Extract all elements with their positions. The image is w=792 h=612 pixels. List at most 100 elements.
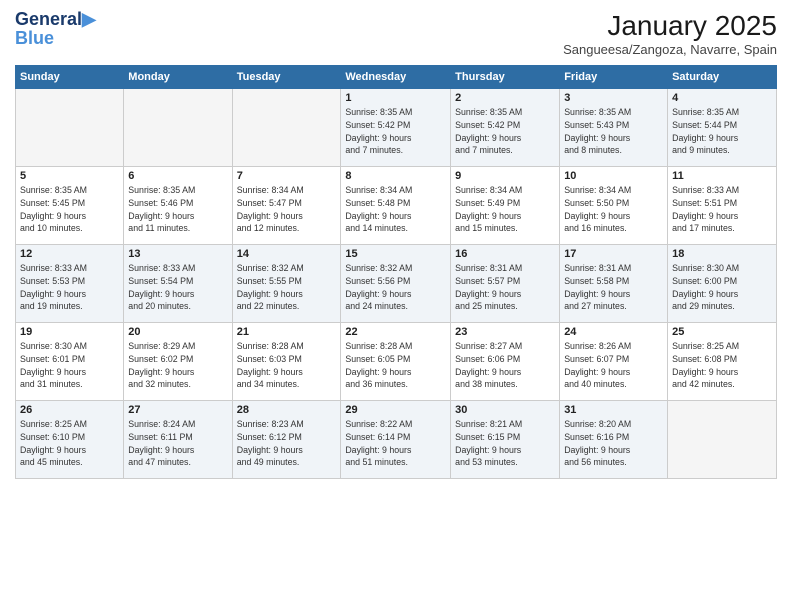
day-cell bbox=[232, 89, 341, 167]
day-number: 19 bbox=[20, 326, 119, 338]
day-cell: 20 Sunrise: 8:29 AM Sunset: 6:02 PM Dayli… bbox=[124, 323, 232, 401]
day-number: 5 bbox=[20, 170, 119, 182]
day-cell: 5 Sunrise: 8:35 AM Sunset: 5:45 PM Daylig… bbox=[16, 167, 124, 245]
day-cell: 1 Sunrise: 8:35 AM Sunset: 5:42 PM Daylig… bbox=[341, 89, 451, 167]
day-cell: 21Sunrise: 8:28 AM Sunset: 6:03 PM Dayli… bbox=[232, 323, 341, 401]
day-number: 9 bbox=[455, 170, 555, 182]
day-number: 13 bbox=[128, 248, 227, 260]
col-header-tuesday: Tuesday bbox=[232, 66, 341, 89]
day-cell bbox=[668, 401, 777, 479]
day-number: 10 bbox=[564, 170, 663, 182]
title-block: January 2025 Sangueesa/Zangoza, Navarre,… bbox=[563, 10, 777, 57]
day-info: Sunrise: 8:35 AM Sunset: 5:44 PM Dayligh… bbox=[672, 106, 772, 157]
day-cell bbox=[124, 89, 232, 167]
day-cell: 24Sunrise: 8:26 AM Sunset: 6:07 PM Dayli… bbox=[560, 323, 668, 401]
day-info: Sunrise: 8:25 AM Sunset: 6:08 PM Dayligh… bbox=[672, 340, 772, 391]
day-info: Sunrise: 8:33 AM Sunset: 5:54 PM Dayligh… bbox=[128, 262, 227, 313]
day-info: Sunrise: 8:33 AM Sunset: 5:51 PM Dayligh… bbox=[672, 184, 772, 235]
day-info: Sunrise: 8:24 AM Sunset: 6:11 PM Dayligh… bbox=[128, 418, 227, 469]
day-number: 27 bbox=[128, 404, 227, 416]
day-cell: 7 Sunrise: 8:34 AM Sunset: 5:47 PM Daylig… bbox=[232, 167, 341, 245]
day-cell: 14Sunrise: 8:32 AM Sunset: 5:55 PM Dayli… bbox=[232, 245, 341, 323]
day-number: 18 bbox=[672, 248, 772, 260]
day-info: Sunrise: 8:34 AM Sunset: 5:49 PM Dayligh… bbox=[455, 184, 555, 235]
day-number: 6 bbox=[128, 170, 227, 182]
day-info: Sunrise: 8:35 AM Sunset: 5:43 PM Dayligh… bbox=[564, 106, 663, 157]
day-number: 14 bbox=[237, 248, 337, 260]
day-number: 29 bbox=[345, 404, 446, 416]
day-cell: 22 Sunrise: 8:28 AM Sunset: 6:05 PM Dayli… bbox=[341, 323, 451, 401]
day-cell: 26 Sunrise: 8:25 AM Sunset: 6:10 PM Dayli… bbox=[16, 401, 124, 479]
logo: General▶ Blue bbox=[15, 10, 96, 49]
calendar-table: SundayMondayTuesdayWednesdayThursdayFrid… bbox=[15, 65, 777, 479]
day-info: Sunrise: 8:34 AM Sunset: 5:48 PM Dayligh… bbox=[345, 184, 446, 235]
day-cell: 30 Sunrise: 8:21 AM Sunset: 6:15 PM Dayli… bbox=[451, 401, 560, 479]
day-number: 24 bbox=[564, 326, 663, 338]
day-cell bbox=[16, 89, 124, 167]
day-cell: 18 Sunrise: 8:30 AM Sunset: 6:00 PM Dayli… bbox=[668, 245, 777, 323]
day-number: 17 bbox=[564, 248, 663, 260]
day-number: 30 bbox=[455, 404, 555, 416]
day-info: Sunrise: 8:28 AM Sunset: 6:05 PM Dayligh… bbox=[345, 340, 446, 391]
day-number: 7 bbox=[237, 170, 337, 182]
day-info: Sunrise: 8:31 AM Sunset: 5:58 PM Dayligh… bbox=[564, 262, 663, 313]
day-cell: 15 Sunrise: 8:32 AM Sunset: 5:56 PM Dayli… bbox=[341, 245, 451, 323]
day-cell: 2 Sunrise: 8:35 AM Sunset: 5:42 PM Daylig… bbox=[451, 89, 560, 167]
day-cell: 11 Sunrise: 8:33 AM Sunset: 5:51 PM Dayli… bbox=[668, 167, 777, 245]
col-header-monday: Monday bbox=[124, 66, 232, 89]
day-number: 3 bbox=[564, 92, 663, 104]
day-info: Sunrise: 8:31 AM Sunset: 5:57 PM Dayligh… bbox=[455, 262, 555, 313]
col-header-saturday: Saturday bbox=[668, 66, 777, 89]
day-number: 2 bbox=[455, 92, 555, 104]
day-cell: 6Sunrise: 8:35 AM Sunset: 5:46 PM Daylig… bbox=[124, 167, 232, 245]
day-number: 8 bbox=[345, 170, 446, 182]
week-row-2: 5 Sunrise: 8:35 AM Sunset: 5:45 PM Daylig… bbox=[16, 167, 777, 245]
month-title: January 2025 bbox=[563, 10, 777, 42]
day-cell: 25 Sunrise: 8:25 AM Sunset: 6:08 PM Dayli… bbox=[668, 323, 777, 401]
day-cell: 23 Sunrise: 8:27 AM Sunset: 6:06 PM Dayli… bbox=[451, 323, 560, 401]
logo-blue: Blue bbox=[15, 28, 96, 49]
day-number: 12 bbox=[20, 248, 119, 260]
day-info: Sunrise: 8:27 AM Sunset: 6:06 PM Dayligh… bbox=[455, 340, 555, 391]
day-number: 1 bbox=[345, 92, 446, 104]
day-info: Sunrise: 8:23 AM Sunset: 6:12 PM Dayligh… bbox=[237, 418, 337, 469]
day-info: Sunrise: 8:20 AM Sunset: 6:16 PM Dayligh… bbox=[564, 418, 663, 469]
day-info: Sunrise: 8:25 AM Sunset: 6:10 PM Dayligh… bbox=[20, 418, 119, 469]
day-cell: 17 Sunrise: 8:31 AM Sunset: 5:58 PM Dayli… bbox=[560, 245, 668, 323]
day-number: 26 bbox=[20, 404, 119, 416]
day-info: Sunrise: 8:30 AM Sunset: 6:00 PM Dayligh… bbox=[672, 262, 772, 313]
day-number: 20 bbox=[128, 326, 227, 338]
page: General▶ Blue January 2025 Sangueesa/Zan… bbox=[0, 0, 792, 612]
day-info: Sunrise: 8:22 AM Sunset: 6:14 PM Dayligh… bbox=[345, 418, 446, 469]
week-row-1: 1 Sunrise: 8:35 AM Sunset: 5:42 PM Daylig… bbox=[16, 89, 777, 167]
day-cell: 10 Sunrise: 8:34 AM Sunset: 5:50 PM Dayli… bbox=[560, 167, 668, 245]
day-number: 31 bbox=[564, 404, 663, 416]
day-cell: 9 Sunrise: 8:34 AM Sunset: 5:49 PM Daylig… bbox=[451, 167, 560, 245]
col-header-thursday: Thursday bbox=[451, 66, 560, 89]
location: Sangueesa/Zangoza, Navarre, Spain bbox=[563, 42, 777, 57]
header: General▶ Blue January 2025 Sangueesa/Zan… bbox=[15, 10, 777, 57]
day-info: Sunrise: 8:30 AM Sunset: 6:01 PM Dayligh… bbox=[20, 340, 119, 391]
day-cell: 19 Sunrise: 8:30 AM Sunset: 6:01 PM Dayli… bbox=[16, 323, 124, 401]
day-number: 25 bbox=[672, 326, 772, 338]
week-row-4: 19 Sunrise: 8:30 AM Sunset: 6:01 PM Dayli… bbox=[16, 323, 777, 401]
col-header-sunday: Sunday bbox=[16, 66, 124, 89]
day-number: 15 bbox=[345, 248, 446, 260]
col-header-friday: Friday bbox=[560, 66, 668, 89]
day-info: Sunrise: 8:29 AM Sunset: 6:02 PM Dayligh… bbox=[128, 340, 227, 391]
day-info: Sunrise: 8:34 AM Sunset: 5:50 PM Dayligh… bbox=[564, 184, 663, 235]
day-cell: 29 Sunrise: 8:22 AM Sunset: 6:14 PM Dayli… bbox=[341, 401, 451, 479]
day-info: Sunrise: 8:35 AM Sunset: 5:42 PM Dayligh… bbox=[345, 106, 446, 157]
day-cell: 4Sunrise: 8:35 AM Sunset: 5:44 PM Daylig… bbox=[668, 89, 777, 167]
day-info: Sunrise: 8:21 AM Sunset: 6:15 PM Dayligh… bbox=[455, 418, 555, 469]
day-number: 22 bbox=[345, 326, 446, 338]
day-info: Sunrise: 8:32 AM Sunset: 5:56 PM Dayligh… bbox=[345, 262, 446, 313]
day-info: Sunrise: 8:35 AM Sunset: 5:45 PM Dayligh… bbox=[20, 184, 119, 235]
day-info: Sunrise: 8:35 AM Sunset: 5:42 PM Dayligh… bbox=[455, 106, 555, 157]
day-cell: 27 Sunrise: 8:24 AM Sunset: 6:11 PM Dayli… bbox=[124, 401, 232, 479]
day-cell: 28Sunrise: 8:23 AM Sunset: 6:12 PM Dayli… bbox=[232, 401, 341, 479]
day-number: 23 bbox=[455, 326, 555, 338]
day-cell: 8 Sunrise: 8:34 AM Sunset: 5:48 PM Daylig… bbox=[341, 167, 451, 245]
day-info: Sunrise: 8:34 AM Sunset: 5:47 PM Dayligh… bbox=[237, 184, 337, 235]
day-number: 11 bbox=[672, 170, 772, 182]
